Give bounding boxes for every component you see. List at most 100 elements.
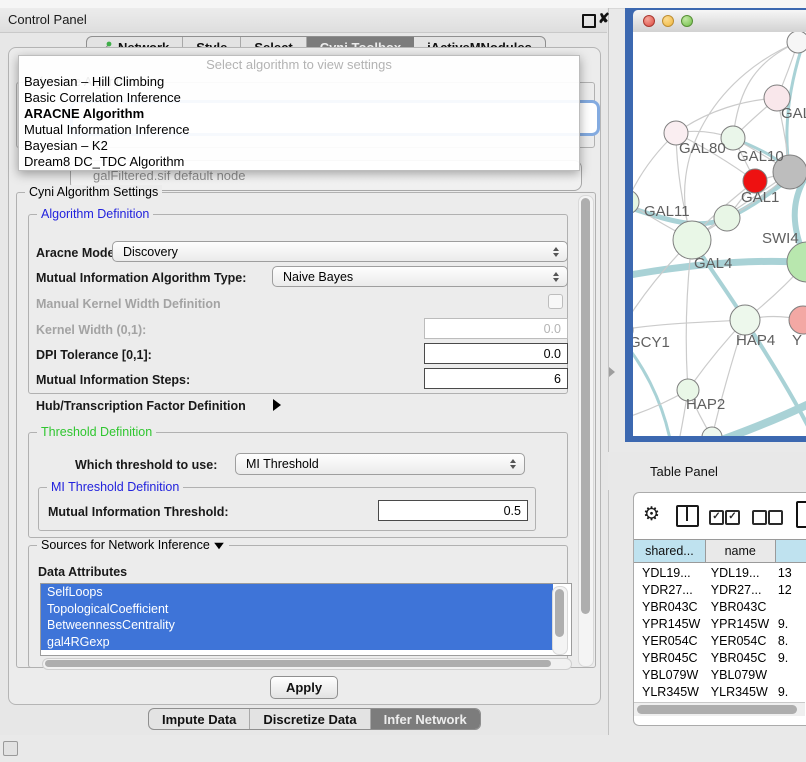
- manual-kernel-checkbox[interactable]: [548, 294, 563, 309]
- table-cell: YDR27...: [634, 583, 703, 597]
- table-cell: YLR345W: [703, 685, 770, 699]
- mi-steps-label: Mutual Information Steps:: [36, 373, 190, 387]
- table-cell: YER054C: [634, 634, 703, 648]
- table-row[interactable]: YDL19...YDL19...13: [634, 564, 806, 581]
- mi-type-label: Mutual Information Algorithm Type:: [36, 271, 246, 285]
- table-cell: YBR045C: [634, 651, 703, 665]
- data-attributes-list[interactable]: SelfLoopsTopologicalCoefficientBetweenne…: [40, 583, 572, 656]
- sources-collapse-icon[interactable]: [215, 543, 225, 549]
- gear-icon[interactable]: ⚙: [643, 503, 660, 526]
- mi-threshold-label: Mutual Information Threshold:: [48, 505, 229, 519]
- table-hscrollbar-track[interactable]: [634, 702, 805, 716]
- application-window: Control Panel ✘ NetworkStyleSelectCyni T…: [0, 0, 806, 762]
- mi-type-combobox[interactable]: Naive Bayes: [272, 266, 568, 287]
- attribute-item[interactable]: TopologicalCoefficient: [41, 601, 553, 618]
- settings-scrollbar-thumb[interactable]: [581, 198, 590, 614]
- node-label: GAL80: [679, 140, 726, 157]
- column-header[interactable]: [776, 540, 806, 562]
- algorithm-dropdown-popup: Select algorithm to view settings Bayesi…: [18, 55, 580, 171]
- split-columns-icon[interactable]: [676, 505, 699, 527]
- manual-kernel-label: Manual Kernel Width Definition: [36, 297, 221, 311]
- dpi-tolerance-input[interactable]: 0.0: [424, 343, 568, 364]
- checked-checkbox-icon[interactable]: ✓: [709, 510, 724, 525]
- threshold-definition-title: Threshold Definition: [37, 425, 156, 439]
- unchecked-checkbox-icon[interactable]: [768, 510, 783, 525]
- kernel-width-input[interactable]: 0.0: [424, 318, 568, 339]
- mi-threshold-input[interactable]: 0.5: [378, 500, 528, 521]
- apply-button[interactable]: Apply: [270, 676, 338, 699]
- attribute-item[interactable]: BetweennessCentrality: [41, 617, 553, 634]
- network-node[interactable]: [789, 306, 806, 334]
- table-cell: 12: [770, 583, 806, 597]
- algorithm-option[interactable]: Dream8 DC_TDC Algorithm: [19, 154, 579, 170]
- splitter-collapse-icon[interactable]: [609, 367, 615, 377]
- network-canvas[interactable]: GALGAL80GAL10GAL1GAL11SWI4GAL4HAP4YGCY1H…: [633, 32, 806, 436]
- network-node[interactable]: [673, 221, 711, 259]
- hub-expand-icon[interactable]: [273, 399, 281, 411]
- column-header[interactable]: name: [706, 540, 776, 562]
- attribute-item[interactable]: SelfLoops: [41, 584, 553, 601]
- network-node[interactable]: [702, 427, 722, 436]
- algorithm-option[interactable]: Bayesian – Hill Climbing: [19, 74, 579, 90]
- minimize-window-icon[interactable]: [662, 15, 674, 27]
- attribute-item[interactable]: gal4RGexp: [41, 634, 553, 651]
- table-row[interactable]: YER054CYER054C8.: [634, 632, 806, 649]
- algorithm-option[interactable]: ARACNE Algorithm: [19, 106, 579, 122]
- which-threshold-combobox[interactable]: MI Threshold: [235, 453, 525, 475]
- node-label: GAL4: [694, 255, 732, 272]
- table-row[interactable]: YBL079WYBL079W: [634, 666, 806, 683]
- table-cell: YDR27...: [703, 583, 770, 597]
- table-cell: 13: [770, 566, 806, 580]
- network-node[interactable]: [787, 242, 806, 282]
- mi-steps-input[interactable]: 6: [424, 368, 568, 389]
- unchecked-checkbox-icon[interactable]: [752, 510, 767, 525]
- algorithm-option[interactable]: Basic Correlation Inference: [19, 90, 579, 106]
- control-panel-title: Control Panel: [8, 12, 87, 27]
- table-row[interactable]: YLR345WYLR345W9.: [634, 683, 806, 700]
- algorithm-option[interactable]: Bayesian – K2: [19, 138, 579, 154]
- algorithm-option[interactable]: Mutual Information Inference: [19, 122, 579, 138]
- table-row[interactable]: YBR043CYBR043C: [634, 598, 806, 615]
- table-row[interactable]: YBR045CYBR045C9.: [634, 649, 806, 666]
- network-node[interactable]: [714, 205, 740, 231]
- attributes-scrollbar-thumb[interactable]: [555, 589, 564, 637]
- table-row[interactable]: YDR27...YDR27...12: [634, 581, 806, 598]
- which-threshold-label: Which threshold to use:: [75, 458, 217, 472]
- sources-hscrollbar-thumb[interactable]: [45, 660, 551, 667]
- zoom-window-icon[interactable]: [681, 15, 693, 27]
- tab-discretize-data[interactable]: Discretize Data: [250, 709, 370, 729]
- close-window-icon[interactable]: [643, 15, 655, 27]
- tab-impute-data[interactable]: Impute Data: [149, 709, 250, 729]
- network-node[interactable]: [730, 305, 760, 335]
- close-panel-icon[interactable]: ✘: [598, 10, 610, 27]
- column-header[interactable]: shared...: [634, 540, 706, 562]
- network-node[interactable]: [787, 32, 806, 53]
- table-cell: 8.: [770, 634, 806, 648]
- tab-infer-network[interactable]: Infer Network: [371, 709, 480, 729]
- node-label: GAL10: [737, 148, 784, 165]
- aracne-mode-value: Discovery: [113, 245, 178, 259]
- attributes-scrollbar-track[interactable]: [552, 586, 568, 655]
- mi-threshold-group-title: MI Threshold Definition: [47, 480, 183, 494]
- float-panel-icon[interactable]: [582, 14, 596, 28]
- settings-scrollbar-track[interactable]: [578, 195, 594, 667]
- hub-definition-label[interactable]: Hub/Transcription Factor Definition: [36, 399, 246, 413]
- table-cell: YDL19...: [703, 566, 770, 580]
- checked-checkbox-icon[interactable]: ✓: [725, 510, 740, 525]
- node-label: GAL1: [741, 189, 779, 206]
- table-cell: YPR145W: [634, 617, 703, 631]
- control-panel-titlebar: [0, 8, 607, 33]
- table-row[interactable]: YPR145WYPR145W9.: [634, 615, 806, 632]
- sources-hscrollbar-track[interactable]: [42, 658, 572, 670]
- new-table-icon[interactable]: [796, 501, 806, 528]
- table-cell: 9.: [770, 617, 806, 631]
- table-cell: 9.: [770, 685, 806, 699]
- panel-grip-icon[interactable]: [3, 741, 18, 756]
- sources-group-title[interactable]: Sources for Network Inference: [37, 538, 229, 552]
- table-cell: YBL079W: [703, 668, 770, 682]
- aracne-mode-combobox[interactable]: Discovery: [112, 241, 568, 262]
- network-window-titlebar[interactable]: [633, 10, 806, 33]
- combo-spinner-icon: [553, 247, 559, 257]
- table-hscrollbar-thumb[interactable]: [637, 705, 797, 714]
- aracne-mode-label: Aracne Mode:: [36, 246, 119, 260]
